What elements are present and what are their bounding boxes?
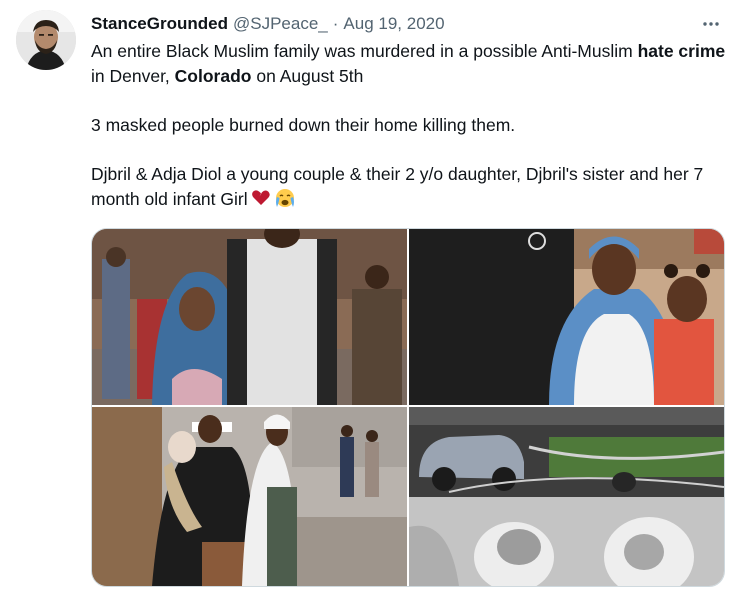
- more-horizontal-icon: [703, 22, 719, 26]
- author-display-name[interactable]: StanceGrounded: [91, 14, 228, 34]
- family-photo-bottom-left[interactable]: [92, 407, 407, 586]
- tweet-text-segment: Djbril & Adja Diol a young couple & thei…: [91, 164, 704, 209]
- tweet-text-segment: on August 5th: [251, 66, 364, 86]
- avatar-image: [16, 10, 76, 70]
- author-handle[interactable]: @SJPeace_: [233, 14, 328, 34]
- tweet-text-segment: in Denver,: [91, 66, 175, 86]
- tweet-date[interactable]: Aug 19, 2020: [343, 14, 444, 34]
- hashtag-colorado: Colorado: [174, 66, 252, 86]
- family-photo-top-right[interactable]: [409, 229, 724, 405]
- more-options-button[interactable]: [698, 12, 724, 36]
- separator-dot: ·: [332, 14, 339, 33]
- tweet-paragraph-3: Djbril & Adja Diol a young couple & thei…: [91, 162, 731, 215]
- fire-scene-photo-bottom-right[interactable]: [409, 407, 724, 586]
- tweet-header: StanceGrounded @SJPeace_ · Aug 19, 2020: [91, 12, 724, 36]
- media-grid: [91, 228, 725, 587]
- family-photo-top-left[interactable]: [92, 229, 407, 405]
- tweet-paragraph-1: An entire Black Muslim family was murder…: [91, 39, 731, 89]
- tweet-text: An entire Black Muslim family was murder…: [91, 39, 731, 215]
- broken-heart-emoji: [251, 188, 271, 215]
- tweet-paragraph-2: 3 masked people burned down their home k…: [91, 115, 516, 135]
- tweet-text-segment: An entire Black Muslim family was murder…: [91, 41, 638, 61]
- author-avatar[interactable]: [16, 10, 76, 70]
- hashtag-hate-crime: hate crime: [637, 41, 726, 61]
- crying-face-emoji: [274, 188, 296, 215]
